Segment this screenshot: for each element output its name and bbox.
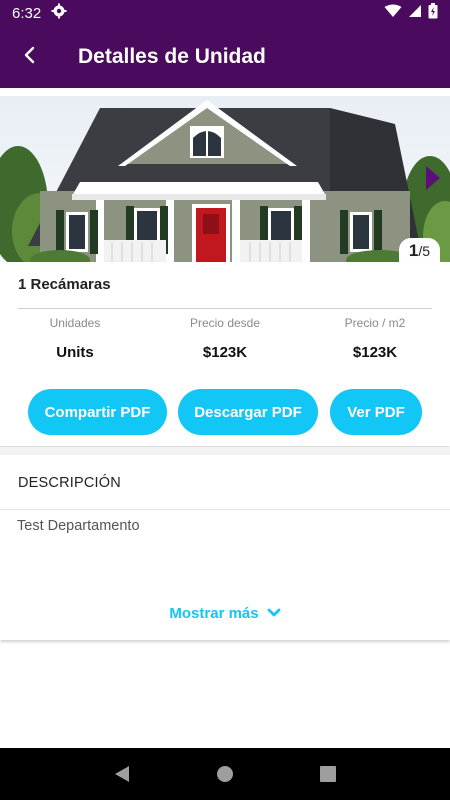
stat-label: Precio desde	[189, 316, 261, 330]
nav-back-icon	[114, 766, 129, 782]
page-title: Detalles de Unidad	[78, 45, 266, 68]
app-bar: Detalles de Unidad	[0, 26, 450, 88]
status-bar: 6:32	[0, 0, 450, 26]
show-more-label: Mostrar más	[169, 605, 259, 622]
unit-stats: Unidades Units Precio desde $123K Precio…	[0, 316, 450, 361]
divider	[0, 509, 450, 510]
description-card: DESCRIPCIÓN Test Departamento Mostrar má…	[0, 455, 450, 640]
nav-home-button[interactable]	[205, 754, 245, 794]
description-text: Test Departamento	[17, 518, 140, 534]
system-nav-bar	[0, 748, 450, 800]
image-counter: 1 /5	[398, 238, 440, 262]
download-pdf-button[interactable]: Descargar PDF	[178, 389, 318, 435]
pdf-actions: Compartir PDF Descargar PDF Ver PDF	[0, 389, 450, 435]
cell-signal-icon	[408, 4, 422, 22]
unit-title: 1 Recámaras	[18, 276, 111, 293]
share-pdf-button[interactable]: Compartir PDF	[28, 389, 167, 435]
description-heading: DESCRIPCIÓN	[18, 475, 121, 491]
chevron-down-icon	[267, 605, 281, 622]
battery-icon	[428, 3, 438, 23]
house-photo	[0, 96, 450, 262]
stat-price-from: Precio desde $123K	[150, 316, 300, 361]
status-time: 6:32	[12, 4, 42, 22]
chevron-right-icon	[426, 166, 440, 190]
stat-value: Units	[56, 344, 94, 361]
next-image-arrow[interactable]	[424, 164, 442, 192]
stat-price-per-m2: Precio / m2 $123K	[300, 316, 450, 361]
image-counter-current: 1	[408, 241, 419, 260]
settings-gear-icon	[51, 3, 67, 23]
nav-recents-button[interactable]	[308, 754, 348, 794]
nav-recents-icon	[320, 766, 337, 782]
stat-value: $123K	[202, 344, 248, 361]
nav-back-button[interactable]	[102, 754, 142, 794]
section-gap	[0, 447, 450, 455]
stat-units: Unidades Units	[0, 316, 150, 361]
view-pdf-button[interactable]: Ver PDF	[330, 389, 422, 435]
wifi-icon	[384, 4, 402, 22]
chevron-left-icon	[23, 46, 37, 69]
image-gallery[interactable]: 1 /5	[0, 96, 450, 262]
back-button[interactable]	[0, 26, 60, 88]
image-counter-total: /5	[418, 243, 430, 259]
show-more-button[interactable]: Mostrar más	[0, 605, 450, 622]
stat-value: $123K	[352, 344, 398, 361]
divider	[18, 308, 432, 309]
nav-home-icon	[216, 766, 233, 782]
stat-label: Unidades	[49, 316, 101, 330]
unit-details-card: 1 Recámaras Unidades Units Precio desde …	[0, 262, 450, 446]
stat-label: Precio / m2	[344, 316, 406, 330]
